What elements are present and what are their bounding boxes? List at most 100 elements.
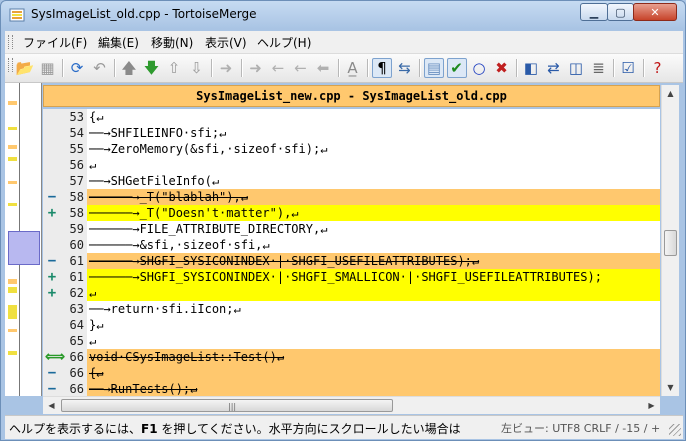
line-number: 56 bbox=[69, 158, 84, 172]
wrap-icon[interactable]: ⇆ bbox=[395, 58, 415, 78]
circle-icon[interactable]: ○ bbox=[469, 58, 489, 78]
two-pane-icon[interactable]: ◧ bbox=[521, 58, 541, 78]
line-gutter: 59 bbox=[43, 221, 87, 237]
diff-line[interactable]: −61 ──────→SHGFI_SYSICONINDEX·|·SHGFI_USE… bbox=[43, 253, 660, 269]
diff-line[interactable]: 54 ──→SHFILEINFO·sfi;↵ bbox=[43, 125, 660, 141]
diff-line[interactable]: +58 ──────→_T("Doesn't·matter"),↵ bbox=[43, 205, 660, 221]
title-bar[interactable]: SysImageList_old.cpp - TortoiseMerge ▁ ▢… bbox=[1, 1, 685, 29]
menu-help[interactable]: ヘルプ(H) bbox=[257, 34, 311, 51]
resize-grip-icon[interactable] bbox=[669, 424, 681, 436]
close-button[interactable]: ✕ bbox=[633, 3, 677, 21]
scroll-down-icon[interactable]: ▼ bbox=[662, 379, 679, 396]
line-number: 66 bbox=[69, 366, 84, 380]
diff-line[interactable]: 65 ↵ bbox=[43, 333, 660, 349]
vertical-scroll-thumb[interactable] bbox=[664, 230, 677, 256]
removed-marker-icon: − bbox=[47, 253, 57, 269]
diff-line[interactable]: 63 ──→return·sfi.iIcon;↵ bbox=[43, 301, 660, 317]
locator-block bbox=[8, 305, 17, 319]
horizontal-scroll-thumb[interactable]: ||| bbox=[61, 399, 393, 412]
use-block-right-icon[interactable]: ➜ bbox=[246, 58, 266, 78]
diff-code-view[interactable]: 53 {↵ 54 ──→SHFILEINFO·sfi;↵ 55 ──→ZeroMemory… bbox=[43, 109, 660, 396]
reload-icon[interactable]: ⟳ bbox=[67, 58, 87, 78]
locator-viewport[interactable] bbox=[8, 231, 40, 265]
use-both-left-icon[interactable]: ⬅ bbox=[313, 58, 333, 78]
patch-icon-glyph: ☑ bbox=[621, 58, 635, 77]
diff-line[interactable]: 55 ──→ZeroMemory(&sfi,·sizeof·sfi);↵ bbox=[43, 141, 660, 157]
diff-line[interactable]: ⟺ 66 void·CSysImageList::Test()↵ bbox=[43, 349, 660, 365]
diff-line[interactable]: 53 {↵ bbox=[43, 109, 660, 125]
pilcrow-icon-glyph: ¶ bbox=[377, 58, 387, 77]
minimize-icon: ▁ bbox=[589, 5, 599, 19]
added-marker-icon: + bbox=[47, 285, 57, 301]
list-icon[interactable]: ≣ bbox=[589, 58, 609, 78]
menu-file[interactable]: ファイル(F) bbox=[23, 34, 87, 51]
one-pane-icon[interactable]: ▤ bbox=[424, 58, 444, 78]
horizontal-scrollbar[interactable]: ◀ ||| ▶ bbox=[43, 396, 660, 414]
scroll-up-icon[interactable]: ▲ bbox=[662, 85, 679, 102]
line-number: 66 bbox=[69, 350, 84, 364]
pane-header: SysImageList_new.cpp - SysImageList_old.… bbox=[43, 85, 660, 107]
open-icon[interactable]: 📂 bbox=[15, 58, 35, 78]
diff-line[interactable]: 56 ↵ bbox=[43, 157, 660, 173]
scroll-left-icon[interactable]: ◀ bbox=[43, 397, 60, 414]
menu-edit[interactable]: 編集(E) bbox=[98, 34, 139, 51]
save-icon[interactable]: ▦ bbox=[38, 58, 58, 78]
diff-line[interactable]: 60 ──────→&sfi,·sizeof·sfi,↵ bbox=[43, 237, 660, 253]
line-number: 60 bbox=[69, 238, 84, 252]
line-number: 55 bbox=[69, 142, 84, 156]
menu-navigate[interactable]: 移動(N) bbox=[151, 34, 193, 51]
maximize-button[interactable]: ▢ bbox=[607, 3, 634, 21]
diff-line[interactable]: 57 ──→SHGetFileInfo(↵ bbox=[43, 173, 660, 189]
toolbar: 📂 ▦ ⟳ ↶ 🡅 🡇 ⇧ ⇩ ➜ ➜ ← ← ⬅ A̲ ¶ ⇆ ▤ ✔ ○ ✖ ◧ ⇄ ◫ ≣ ☑? bbox=[5, 54, 683, 83]
cross-icon[interactable]: ✖ bbox=[492, 58, 512, 78]
line-gutter: 65 bbox=[43, 333, 87, 349]
prev-difference-icon[interactable]: 🡅 bbox=[119, 58, 139, 78]
next-difference-icon[interactable]: 🡇 bbox=[142, 58, 162, 78]
locator-block bbox=[8, 329, 17, 332]
prev-conflict-icon[interactable]: ⇧ bbox=[164, 58, 184, 78]
pilcrow-icon[interactable]: ¶ bbox=[372, 58, 392, 78]
checkmark-icon[interactable]: ✔ bbox=[446, 58, 467, 78]
diff-line[interactable]: −58 ──────→_T("blablah"),↵ bbox=[43, 189, 660, 205]
undo-icon-glyph: ↶ bbox=[93, 58, 106, 77]
line-gutter: +58 bbox=[43, 205, 87, 221]
patch-icon[interactable]: ☑ bbox=[618, 58, 638, 78]
diff-line[interactable]: +61 ──────→SHGFI_SYSICONINDEX·|·SHGFI_SMA… bbox=[43, 269, 660, 285]
diff-line[interactable]: 59 ──────→FILE_ATTRIBUTE_DIRECTORY,↵ bbox=[43, 221, 660, 237]
use-both-icon[interactable]: ← bbox=[291, 58, 311, 78]
line-number: 63 bbox=[69, 302, 84, 316]
toolbar-separator bbox=[642, 59, 645, 77]
next-conflict-icon[interactable]: ⇩ bbox=[187, 58, 207, 78]
use-left-icon[interactable]: ➜ bbox=[216, 58, 236, 78]
diff-locator-bar[interactable] bbox=[5, 83, 42, 396]
swap-icon[interactable]: ⇄ bbox=[544, 58, 564, 78]
locator-block bbox=[8, 351, 17, 355]
line-gutter: +62 bbox=[43, 285, 87, 301]
line-number: 66 bbox=[69, 382, 84, 396]
undo-icon[interactable]: ↶ bbox=[90, 58, 110, 78]
removed-marker-icon: − bbox=[47, 381, 57, 396]
whitespace-icon[interactable]: A̲ bbox=[343, 58, 363, 78]
help-icon[interactable]: ? bbox=[648, 58, 668, 78]
diff-line[interactable]: −66 ──→RunTests();↵ bbox=[43, 381, 660, 396]
line-text: ──→ZeroMemory(&sfi,·sizeof·sfi);↵ bbox=[89, 142, 328, 156]
diff-line[interactable]: 64}↵ bbox=[43, 317, 660, 333]
use-both-left-icon-glyph: ⬅ bbox=[316, 58, 330, 77]
line-text: ──────→SHGFI_SYSICONINDEX·|·SHGFI_USEFIL… bbox=[89, 254, 480, 268]
vertical-scrollbar[interactable]: ▲ ▼ bbox=[661, 85, 679, 396]
diff-line[interactable]: +62 ↵ bbox=[43, 285, 660, 301]
toolbar-separator bbox=[419, 59, 421, 77]
locator-block bbox=[8, 127, 17, 130]
line-text: ↵ bbox=[89, 158, 97, 172]
line-number: 57 bbox=[69, 174, 84, 188]
cross-icon-glyph: ✖ bbox=[495, 58, 508, 77]
minimize-button[interactable]: ▁ bbox=[580, 3, 608, 21]
use-block-left-icon[interactable]: ← bbox=[268, 58, 288, 78]
line-number: 54 bbox=[69, 126, 84, 140]
diff-line[interactable]: −66 {↵ bbox=[43, 365, 660, 381]
scroll-right-icon[interactable]: ▶ bbox=[643, 397, 660, 414]
line-gutter: 57 bbox=[43, 173, 87, 189]
line-gutter: −61 bbox=[43, 253, 87, 269]
three-pane-icon[interactable]: ◫ bbox=[566, 58, 586, 78]
menu-view[interactable]: 表示(V) bbox=[205, 34, 247, 51]
